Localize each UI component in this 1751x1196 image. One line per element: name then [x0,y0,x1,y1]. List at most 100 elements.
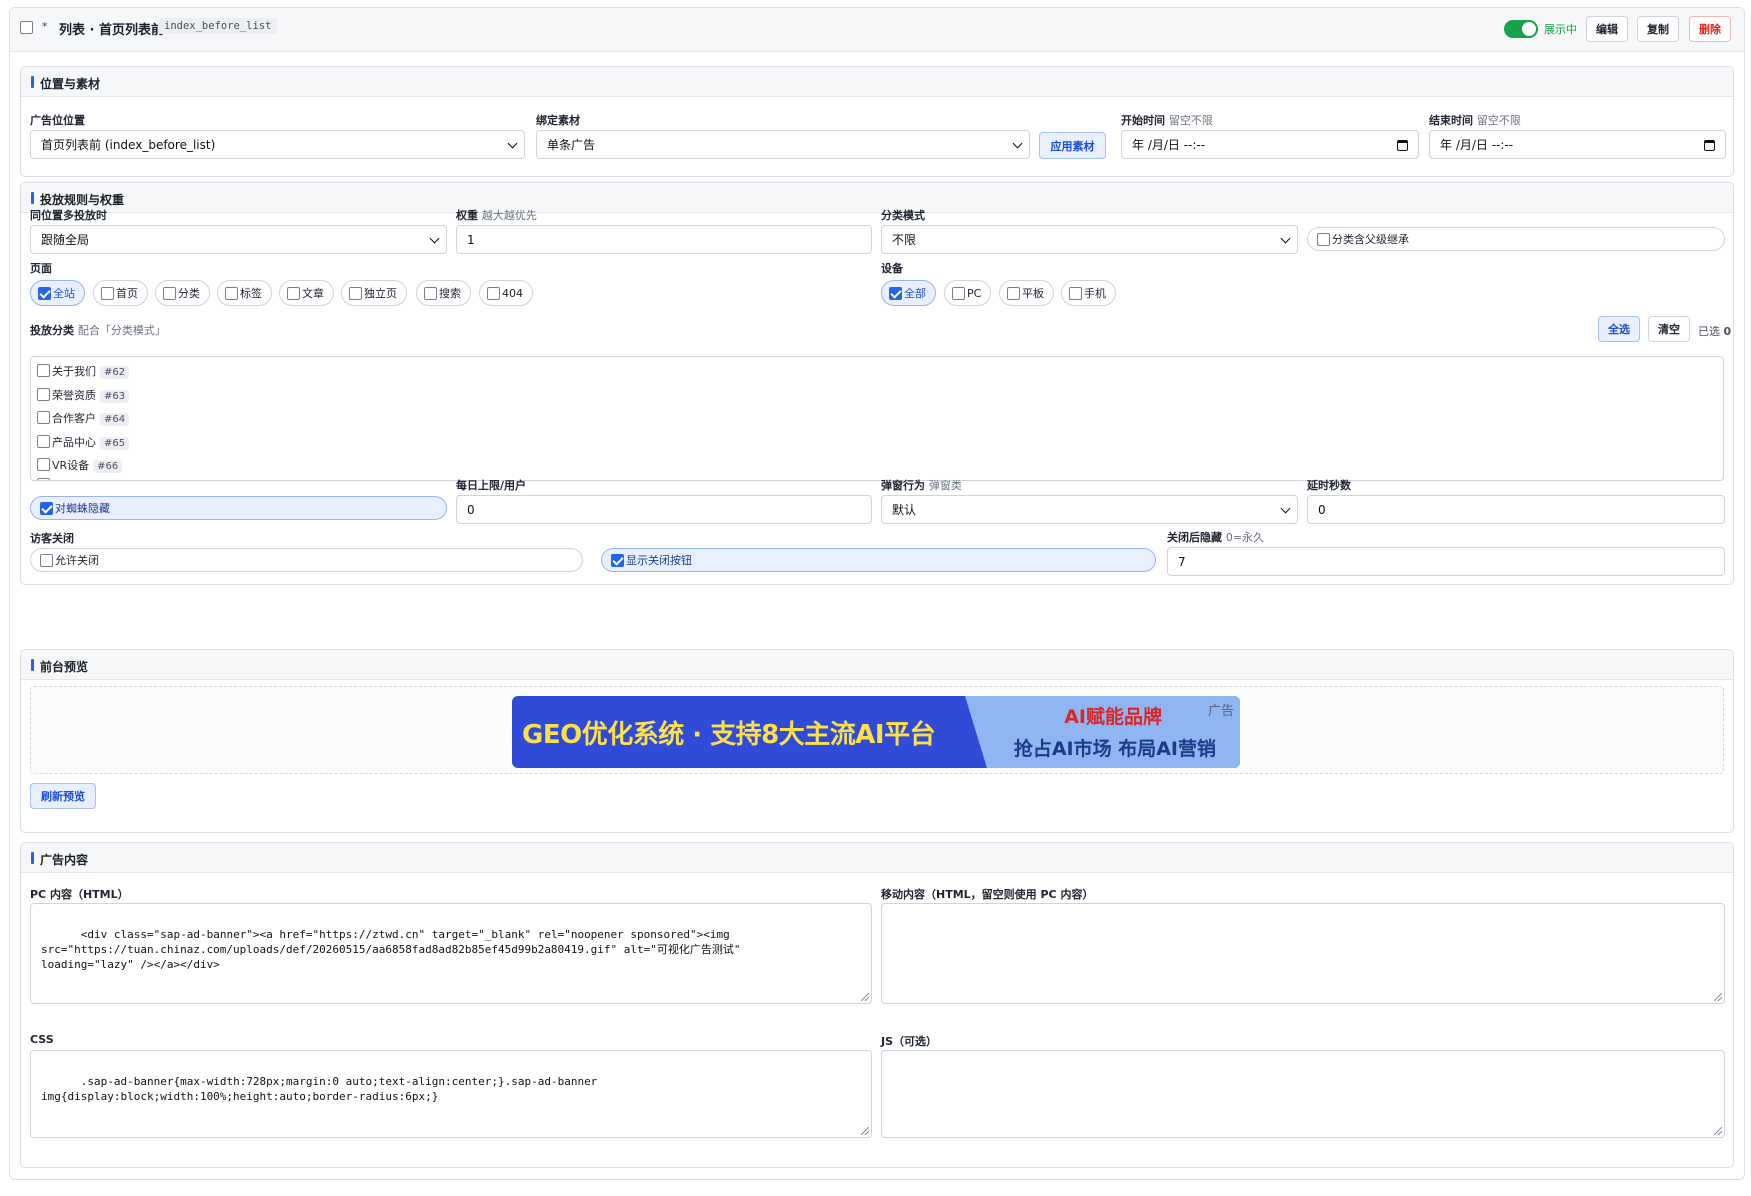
start-time-label: 开始时间 留空不限 [1121,112,1213,128]
device-option-mobile[interactable]: 手机 [1061,280,1116,306]
spider-hide-checkbox[interactable] [40,502,53,515]
mobile-content-textarea[interactable] [881,903,1725,1004]
checkbox[interactable] [101,287,114,300]
category-name: 关于我们 [52,365,96,378]
device-option-pc[interactable]: PC [944,280,992,306]
checkbox[interactable] [163,287,176,300]
selected-count-text: 已选 [1698,325,1720,338]
refresh-preview-button[interactable]: 刷新预览 [30,783,96,809]
checkbox[interactable] [37,364,50,377]
checkbox[interactable] [37,411,50,424]
category-mode-select[interactable]: 不限 [881,225,1298,254]
checkbox[interactable] [487,287,500,300]
end-time-label: 结束时间 留空不限 [1429,112,1521,128]
mobile-content-label: 移动内容（HTML，留空则使用 PC 内容） [881,888,1094,901]
checkbox[interactable] [37,435,50,448]
apply-material-button[interactable]: 应用素材 [1039,132,1106,159]
resize-grip-icon[interactable] [1714,1127,1722,1135]
end-time-hint: 留空不限 [1476,114,1521,127]
end-time-input[interactable]: 年 /月/日 --:-- [1429,130,1726,159]
multi-select[interactable]: 跟随全局 [30,225,447,254]
slot-select[interactable]: 首页列表前 (index_before_list) [30,130,525,159]
calendar-icon[interactable] [1704,140,1715,151]
inherit-label: 分类含父级继承 [1332,233,1409,246]
category-list[interactable]: 关于我们 #62 荣誉资质 #63 合作客户 #64 产品中心 #65 VR设备 #66 [30,356,1724,481]
inherit-checkbox-pill[interactable]: 分类含父级继承 [1307,227,1725,251]
page-option-all[interactable]: 全站 [30,280,85,306]
daily-limit-input[interactable]: 0 [456,495,872,524]
slot-label: 广告位位置 [30,114,85,127]
page-option-standalone[interactable]: 独立页 [341,280,407,306]
selected-count: 已选 0 [1698,323,1731,339]
page-option-404[interactable]: 404 [479,280,533,306]
category-id-badge: #65 [100,437,130,450]
resize-grip-icon[interactable] [861,993,869,1001]
page-option-category[interactable]: 分类 [155,280,210,306]
allow-close-pill[interactable]: 允许关闭 [30,548,583,572]
checkbox[interactable] [38,287,51,300]
hide-after-label-text: 关闭后隐藏 [1167,531,1222,544]
js-label: JS（可选） [881,1035,938,1048]
list-item[interactable] [37,478,52,480]
ad-banner[interactable]: GEO优化系统 · 支持8大主流AI平台 AI赋能品牌 抢占AI市场 布局AI营… [512,696,1240,768]
css-textarea[interactable]: .sap-ad-banner{max-width:728px;margin:0 … [30,1050,872,1138]
list-item[interactable]: 荣誉资质 #63 [37,387,130,403]
status-label: 展示中 [1544,23,1577,36]
material-select[interactable]: 单条广告 [536,130,1030,159]
checkbox[interactable] [37,458,50,471]
resize-grip-icon[interactable] [1714,993,1722,1001]
device-option-label: 全部 [904,287,926,300]
checkbox[interactable] [952,287,965,300]
copy-button[interactable]: 复制 [1637,16,1679,42]
section-header: 前台预览 [21,650,1733,680]
clear-button[interactable]: 清空 [1648,316,1690,342]
spider-hide-label: 对蜘蛛隐藏 [55,502,110,515]
list-item[interactable]: VR设备 #66 [37,457,123,473]
device-option-tablet[interactable]: 平板 [999,280,1054,306]
show-close-button-pill[interactable]: 显示关闭按钮 [601,548,1156,572]
page-option-search[interactable]: 搜索 [416,280,471,306]
page-option-tag[interactable]: 标签 [217,280,272,306]
status-toggle[interactable] [1504,20,1538,38]
checkbox[interactable] [889,287,902,300]
weight-input[interactable]: 1 [456,225,872,254]
js-textarea[interactable] [881,1050,1725,1138]
checkbox[interactable] [225,287,238,300]
select-checkbox[interactable] [20,21,33,34]
list-item[interactable]: 产品中心 #65 [37,434,130,450]
popup-select[interactable]: 默认 [881,495,1298,524]
delay-label: 延时秒数 [1307,479,1351,492]
pc-content-textarea[interactable]: <div class="sap-ad-banner"><a href="http… [30,903,872,1004]
delete-button[interactable]: 删除 [1689,16,1731,42]
inherit-checkbox[interactable] [1317,233,1330,246]
hide-after-input[interactable]: 7 [1167,547,1725,576]
weight-label: 权重 越大越优先 [456,207,537,223]
device-option-label: PC [967,286,982,300]
select-all-button[interactable]: 全选 [1598,316,1640,342]
start-time-input[interactable]: 年 /月/日 --:-- [1121,130,1419,159]
list-item[interactable]: 关于我们 #62 [37,363,130,379]
checkbox[interactable] [1069,287,1082,300]
category-name: 合作客户 [52,412,96,425]
page-option-article[interactable]: 文章 [279,280,334,306]
page-option-home[interactable]: 首页 [93,280,148,306]
resize-grip-icon[interactable] [861,1127,869,1135]
show-close-button-checkbox[interactable] [611,554,624,567]
allow-close-checkbox[interactable] [40,554,53,567]
checkbox[interactable] [349,287,362,300]
section-header: 投放规则与权重 [21,183,1733,213]
spider-hide-pill[interactable]: 对蜘蛛隐藏 [30,496,447,520]
delay-input[interactable]: 0 [1307,495,1725,524]
weight-label-text: 权重 [456,209,478,222]
device-option-all[interactable]: 全部 [881,280,936,306]
page-option-label: 404 [502,286,523,300]
checkbox[interactable] [1007,287,1020,300]
checkbox[interactable] [424,287,437,300]
checkbox[interactable] [37,388,50,401]
edit-button[interactable]: 编辑 [1586,16,1628,42]
calendar-icon[interactable] [1397,140,1408,151]
list-item[interactable]: 合作客户 #64 [37,410,130,426]
checkbox[interactable] [287,287,300,300]
checkbox[interactable] [37,478,50,480]
category-name: 荣誉资质 [52,389,96,402]
